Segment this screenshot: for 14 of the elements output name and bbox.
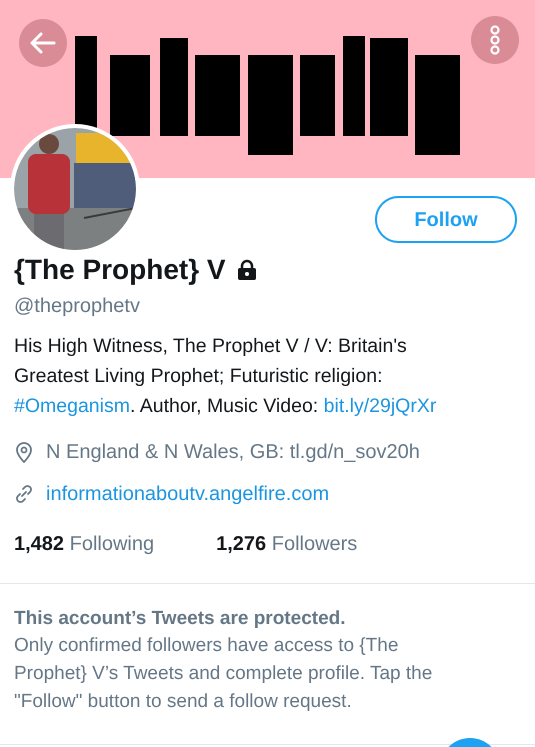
link-icon [14, 484, 34, 504]
location-pin-icon [14, 441, 34, 463]
protected-notice-text: Only confirmed followers have access to {The Prophet} V’s Tweets and complete profile. Tap the "Follow" button to send a follow request. [14, 634, 434, 714]
profile-name: {The Prophet} V [14, 253, 226, 287]
bio-link[interactable]: bit.ly/29jQrXr [324, 395, 436, 417]
following-count[interactable]: 1,482 Following [14, 529, 154, 559]
website-link[interactable]: informationaboutv.angelfire.com [46, 479, 330, 509]
protected-notice-title: This account’s Tweets are protected. [14, 607, 347, 631]
profile-handle: @theprophetv [14, 294, 141, 319]
followers-count[interactable]: 1,276 Followers [216, 529, 358, 559]
profile-bio: His High Witness, The Prophet V / V: Britain's Greatest Living Prophet; Futuristic religion: #Omeganism. Author, Music Video: bit.ly/29jQrXr [14, 334, 438, 419]
profile-location: N England & N Wales, GB: tl.gd/n_sov20h [46, 440, 420, 465]
bio-link[interactable]: #Omeganism [14, 395, 130, 417]
follow-button[interactable]: Follow [375, 196, 517, 243]
